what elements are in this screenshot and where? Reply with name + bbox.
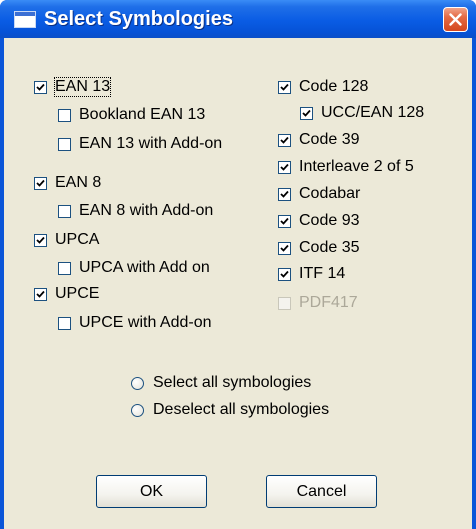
checkbox-label: EAN 8: [55, 174, 102, 191]
checkmark-icon: [280, 163, 289, 171]
close-icon: [449, 13, 462, 26]
checkbox-interleave-2-of-5[interactable]: Interleave 2 of 5: [278, 156, 414, 178]
select-all-radio-label: Select all symbologies: [153, 374, 312, 391]
checkbox-upce-with-add-on[interactable]: UPCE with Add-on: [58, 312, 212, 334]
checkbox-box[interactable]: [278, 187, 291, 201]
deselect-all-radio-label: Deselect all symbologies: [153, 401, 330, 418]
checkbox-label: EAN 8 with Add-on: [79, 202, 214, 219]
checkbox-box[interactable]: [58, 108, 71, 122]
checkbox-ean-8-with-add-on[interactable]: EAN 8 with Add-on: [58, 200, 213, 222]
checkmark-icon: [280, 217, 289, 225]
checkbox-box[interactable]: [58, 316, 71, 330]
checkbox-code-93[interactable]: Code 93: [278, 210, 360, 232]
window-title: Select Symbologies: [44, 8, 233, 30]
checkbox-ean-13-with-add-on[interactable]: EAN 13 with Add-on: [58, 133, 222, 155]
deselect-all-radio[interactable]: Deselect all symbologies: [131, 399, 329, 421]
checkbox-box[interactable]: [34, 287, 47, 301]
checkbox-ean-8[interactable]: EAN 8: [34, 172, 101, 194]
checkbox-upce[interactable]: UPCE: [34, 283, 99, 305]
checkbox-upca[interactable]: UPCA: [34, 229, 99, 251]
checkbox-box[interactable]: [278, 267, 291, 281]
cancel-button[interactable]: Cancel: [266, 475, 377, 508]
checkbox-box[interactable]: [58, 261, 71, 275]
checkbox-label: Code 128: [299, 78, 369, 95]
checkbox-label: Code 35: [299, 239, 360, 256]
checkbox-label: UPCA with Add on: [79, 259, 210, 276]
checkmark-icon: [280, 83, 289, 91]
checkmark-icon: [36, 83, 45, 91]
checkbox-box[interactable]: [34, 176, 47, 190]
checkbox-code-39[interactable]: Code 39: [278, 129, 360, 151]
checkbox-box[interactable]: [278, 133, 291, 147]
checkbox-itf-14[interactable]: ITF 14: [278, 263, 345, 285]
checkbox-label: ITF 14: [299, 265, 346, 282]
title-bar[interactable]: Select Symbologies: [0, 0, 476, 38]
checkbox-pdf417: PDF417: [278, 292, 358, 314]
select-all-radio-dot[interactable]: [131, 376, 144, 390]
checkbox-label: EAN 13: [53, 77, 112, 97]
checkmark-icon: [280, 190, 289, 198]
checkbox-ean-13[interactable]: EAN 13: [34, 76, 112, 98]
checkmark-icon: [280, 244, 289, 252]
checkbox-bookland-ean-13[interactable]: Bookland EAN 13: [58, 104, 205, 126]
checkbox-ucc-ean-128[interactable]: UCC/EAN 128: [300, 102, 424, 124]
close-button[interactable]: [443, 7, 468, 32]
checkbox-box[interactable]: [58, 137, 71, 151]
checkbox-label: Interleave 2 of 5: [299, 158, 414, 175]
select-symbologies-dialog: Select Symbologies EAN 13 Bookland EAN 13…: [0, 0, 476, 529]
checkbox-label: UPCE with Add-on: [79, 314, 212, 331]
checkbox-box[interactable]: [34, 233, 47, 247]
checkbox-label: EAN 13 with Add-on: [79, 135, 223, 152]
checkbox-label: Codabar: [299, 185, 361, 202]
checkbox-upca-with-add-on[interactable]: UPCA with Add on: [58, 257, 210, 279]
deselect-all-radio-dot[interactable]: [131, 403, 144, 417]
checkbox-box: [278, 296, 291, 310]
checkbox-label: UPCA: [55, 231, 100, 248]
ok-button[interactable]: OK: [96, 475, 207, 508]
checkbox-box[interactable]: [300, 106, 313, 120]
checkbox-code-128[interactable]: Code 128: [278, 76, 368, 98]
checkmark-icon: [36, 290, 45, 298]
window-icon: [14, 11, 36, 28]
checkbox-box[interactable]: [278, 160, 291, 174]
checkbox-box[interactable]: [278, 214, 291, 228]
checkbox-label: Code 39: [299, 131, 360, 148]
checkbox-label: UPCE: [55, 285, 100, 302]
checkbox-box[interactable]: [34, 80, 47, 94]
checkmark-icon: [36, 236, 45, 244]
checkmark-icon: [302, 109, 311, 117]
checkbox-code-35[interactable]: Code 35: [278, 237, 360, 259]
checkmark-icon: [36, 179, 45, 187]
checkmark-icon: [280, 136, 289, 144]
checkbox-label: Bookland EAN 13: [79, 106, 206, 123]
checkbox-box[interactable]: [278, 80, 291, 94]
checkbox-box[interactable]: [58, 204, 71, 218]
checkbox-codabar[interactable]: Codabar: [278, 183, 360, 205]
select-all-radio[interactable]: Select all symbologies: [131, 372, 311, 394]
dialog-body: EAN 13 Bookland EAN 13 EAN 13 with Add-on E…: [4, 38, 472, 529]
checkbox-label: UCC/EAN 128: [321, 104, 425, 121]
checkbox-box[interactable]: [278, 241, 291, 255]
checkbox-label: PDF417: [299, 294, 358, 311]
checkbox-label: Code 93: [299, 212, 360, 229]
checkmark-icon: [280, 270, 289, 278]
